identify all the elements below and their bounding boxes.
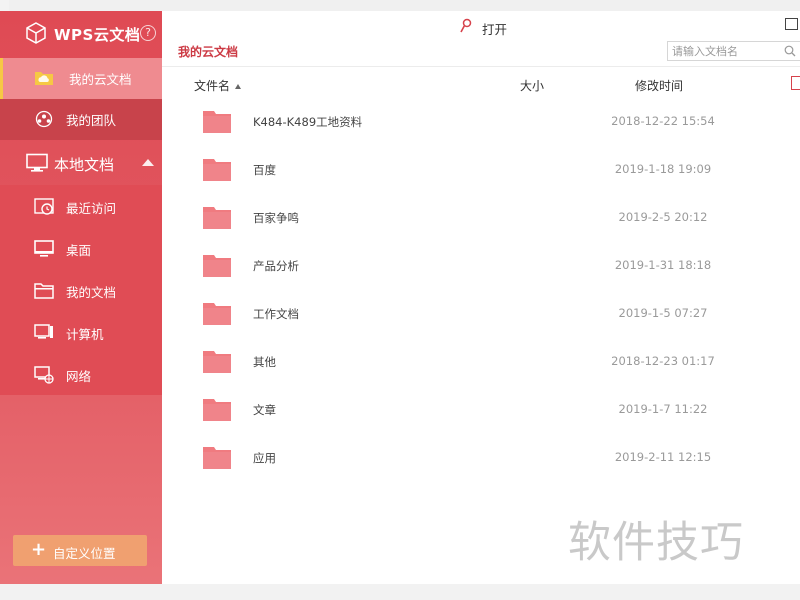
table-row[interactable]: 产品分析 2019-1-31 18:18 (162, 242, 800, 290)
folder-icon (203, 111, 231, 133)
sidebar: WPS云文档 ? 我的云文档 我的团队 本地文档 最近访问 桌面 我的文档 计算… (0, 11, 162, 584)
file-name: K484-K489工地资料 (253, 115, 363, 129)
top-bar: 打开 我的云文档 (162, 11, 800, 67)
table-row[interactable]: 百度 2019-1-18 19:09 (162, 146, 800, 194)
open-icon (460, 18, 472, 33)
search-input[interactable] (672, 44, 768, 59)
cloud-folder-icon (35, 72, 53, 85)
breadcrumb: 我的云文档 (178, 45, 239, 59)
file-mtime: 2019-1-18 19:09 (614, 162, 712, 176)
local-docs-title: 本地文档 (54, 156, 115, 174)
file-name: 应用 (253, 451, 276, 465)
column-header-mtime[interactable]: 修改时间 (635, 77, 683, 94)
sidebar-item-my-cloud-docs[interactable]: 我的云文档 (0, 58, 162, 99)
sidebar-item-recent[interactable]: 最近访问 (0, 187, 162, 228)
window-top-edge (0, 0, 800, 11)
file-mtime: 2019-2-5 20:12 (618, 210, 708, 224)
file-mtime: 2019-1-7 11:22 (618, 402, 708, 416)
computer-icon (34, 324, 53, 339)
file-name: 百家争鸣 (253, 211, 299, 225)
sort-ascending-icon (235, 84, 242, 89)
brand-title: WPS云文档 (54, 26, 141, 44)
network-icon (34, 366, 54, 384)
file-name: 其他 (253, 355, 276, 369)
sidebar-item-label: 桌面 (66, 243, 92, 258)
folder-icon (203, 255, 231, 277)
folder-icon (203, 447, 231, 469)
sidebar-item-label: 我的文档 (66, 285, 117, 300)
table-row[interactable]: 工作文档 2019-1-5 07:27 (162, 290, 800, 338)
table-row[interactable]: 百家争鸣 2019-2-5 20:12 (162, 194, 800, 242)
search-box (667, 41, 800, 61)
folder-icon (203, 351, 231, 373)
sidebar-item-label: 网络 (66, 369, 92, 384)
team-icon (35, 110, 53, 128)
local-docs-header[interactable]: 本地文档 (0, 141, 162, 185)
screen: WPS云文档 ? 我的云文档 我的团队 本地文档 最近访问 桌面 我的文档 计算… (0, 0, 800, 600)
sidebar-item-label: 计算机 (66, 327, 104, 342)
file-mtime: 2019-1-5 07:27 (618, 306, 708, 320)
file-mtime: 2018-12-22 15:54 (611, 114, 715, 128)
main-panel: 打开 我的云文档 文件名 大小 修改时间 K484-K489工地资料 2018-… (162, 11, 800, 584)
column-header-name-label: 文件名 (194, 79, 231, 93)
search-icon[interactable] (784, 45, 796, 57)
collapse-arrow-icon[interactable] (142, 159, 154, 166)
table-row[interactable]: 其他 2018-12-23 01:17 (162, 338, 800, 386)
documents-folder-icon (34, 283, 54, 299)
file-mtime: 2018-12-23 01:17 (611, 354, 715, 368)
sidebar-item-label: 最近访问 (66, 201, 117, 216)
sidebar-item-label: 我的团队 (66, 113, 117, 128)
folder-icon (203, 399, 231, 421)
cube-logo-icon (26, 22, 46, 44)
view-toggle-icon[interactable] (791, 76, 800, 90)
plus-icon: + (31, 539, 47, 560)
file-mtime: 2019-1-31 18:18 (614, 258, 712, 272)
sidebar-item-desktop[interactable]: 桌面 (0, 229, 162, 270)
sidebar-item-my-team[interactable]: 我的团队 (0, 99, 162, 140)
watermark: 软件技巧 (568, 518, 744, 568)
folder-icon (203, 207, 231, 229)
sidebar-item-computer[interactable]: 计算机 (0, 313, 162, 354)
custom-location-button[interactable]: + 自定义位置 (13, 535, 147, 566)
column-header-name[interactable]: 文件名 (194, 77, 242, 94)
custom-location-label: 自定义位置 (53, 546, 116, 561)
maximize-button[interactable] (785, 18, 798, 30)
help-icon[interactable]: ? (140, 25, 156, 41)
file-name: 百度 (253, 163, 276, 177)
column-header-size[interactable]: 大小 (520, 77, 544, 94)
open-title: 打开 (482, 22, 508, 37)
sidebar-item-label: 我的云文档 (69, 72, 132, 87)
file-mtime: 2019-2-11 12:15 (614, 450, 712, 464)
folder-icon (203, 303, 231, 325)
monitor-icon (26, 153, 48, 172)
window-bottom-edge (0, 584, 800, 600)
recent-icon (34, 198, 54, 215)
sidebar-item-my-documents[interactable]: 我的文档 (0, 271, 162, 312)
table-row[interactable]: 应用 2019-2-11 12:15 (162, 434, 800, 482)
file-name: 工作文档 (253, 307, 299, 321)
local-docs-list: 最近访问 桌面 我的文档 计算机 网络 (0, 185, 162, 395)
file-name: 产品分析 (253, 259, 299, 273)
folder-icon (203, 159, 231, 181)
file-name: 文章 (253, 403, 276, 417)
brand: WPS云文档 ? (0, 11, 162, 57)
sidebar-item-network[interactable]: 网络 (0, 355, 162, 396)
table-row[interactable]: 文章 2019-1-7 11:22 (162, 386, 800, 434)
table-row[interactable]: K484-K489工地资料 2018-12-22 15:54 (162, 98, 800, 146)
desktop-icon (34, 240, 54, 257)
